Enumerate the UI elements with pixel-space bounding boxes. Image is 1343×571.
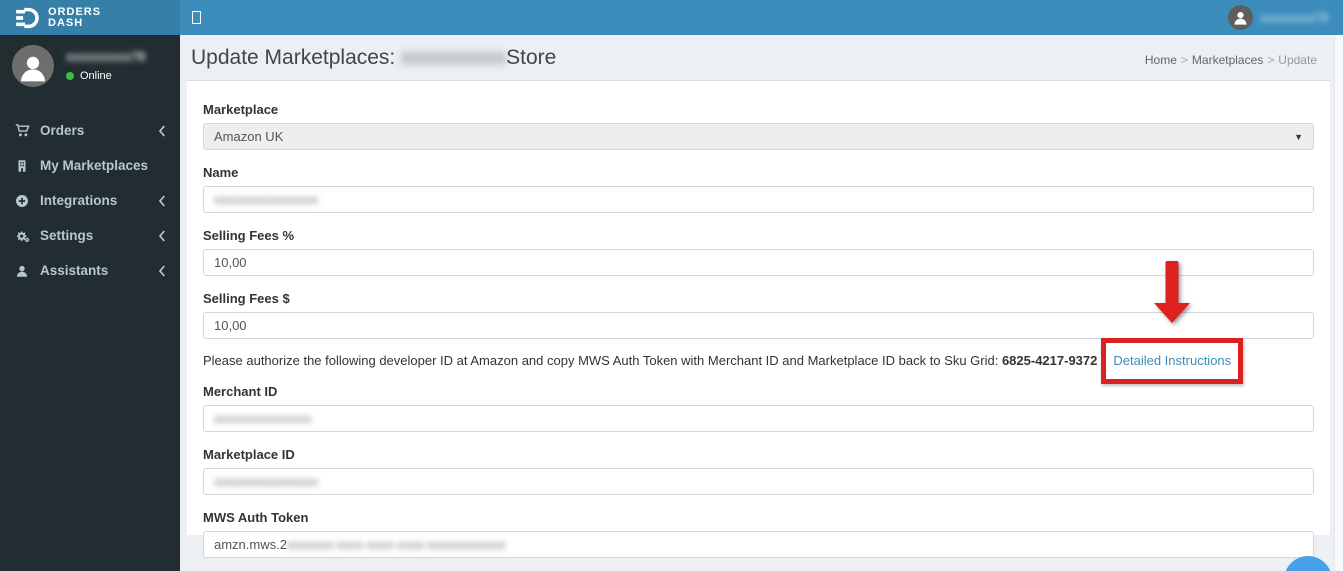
marketplace-label: Marketplace — [203, 102, 279, 117]
sidebar-username: xxxxxxxxx78 — [66, 49, 146, 64]
sidebar-item-label: Settings — [40, 228, 94, 243]
sidebar-user-panel: xxxxxxxxx78 Online — [0, 35, 180, 99]
cart-icon — [14, 123, 30, 138]
store-name-redacted: xxxxxxxxxx — [401, 46, 507, 69]
sidebar: xxxxxxxxx78 Online Orders My Marketplace… — [0, 35, 180, 571]
chevron-left-icon — [158, 229, 166, 242]
update-marketplace-form: Marketplace Amazon UK ▼ Name xxxxxxxxxxx… — [187, 80, 1330, 558]
mws-token-value-redacted: xxxxxxx-xxxx-xxxx-xxxx-xxxxxxxxxxxx — [286, 537, 506, 552]
name-input[interactable]: xxxxxxxxxxxxxxxx — [203, 186, 1314, 213]
merchant-id-value-redacted: xxxxxxxxxxxxxxx — [214, 411, 312, 426]
selling-fees-percent-input[interactable] — [203, 249, 1314, 276]
sidebar-item-label: Orders — [40, 123, 85, 138]
sidebar-item-settings[interactable]: Settings — [0, 218, 180, 253]
brand-logo[interactable]: ORDERS DASH — [0, 0, 180, 35]
building-icon — [14, 159, 30, 173]
chevron-left-icon — [158, 264, 166, 277]
sidebar-item-label: My Marketplaces — [40, 158, 149, 173]
orders-dash-logo-icon — [14, 5, 40, 31]
chat-widget-button[interactable] — [1284, 556, 1332, 571]
sidebar-item-label: Assistants — [40, 263, 109, 278]
developer-id: 6825-4217-9372 — [1001, 353, 1098, 368]
sidebar-menu: Orders My Marketplaces Integrations Sett… — [0, 113, 180, 288]
chevron-left-icon — [158, 124, 166, 137]
detailed-instructions-link[interactable]: Detailed Instructions — [1113, 353, 1231, 368]
mws-auth-token-input[interactable]: amzn.mws.2 xxxxxxx-xxxx-xxxx-xxxx-xxxxxxx… — [203, 531, 1314, 558]
sidebar-item-orders[interactable]: Orders — [0, 113, 180, 148]
gears-icon — [14, 229, 30, 243]
topbar-user-menu[interactable]: xxxxxxxxx78 — [1227, 5, 1328, 30]
page-title: Update Marketplaces: xxxxxxxxxxStore — [191, 46, 557, 69]
authorize-instruction-text: Please authorize the following developer… — [203, 261, 1314, 384]
breadcrumb-marketplaces[interactable]: Marketplaces — [1192, 53, 1263, 67]
sidebar-item-my-marketplaces[interactable]: My Marketplaces — [0, 148, 180, 183]
merchant-id-input[interactable]: xxxxxxxxxxxxxxx — [203, 405, 1314, 432]
sidebar-toggle-icon[interactable] — [192, 11, 201, 24]
name-value-redacted: xxxxxxxxxxxxxxxx — [214, 192, 318, 207]
top-navbar: ORDERS DASH xxxxxxxxx78 — [0, 0, 1343, 35]
online-status-label: Online — [80, 70, 112, 82]
user-avatar-icon — [1227, 5, 1253, 30]
topbar-username: xxxxxxxxx78 — [1260, 10, 1328, 25]
marketplace-select[interactable]: Amazon UK ▼ — [203, 123, 1314, 150]
online-status-dot-icon — [66, 72, 74, 80]
marketplace-id-label: Marketplace ID — [203, 447, 295, 462]
user-icon — [14, 264, 30, 278]
sidebar-item-integrations[interactable]: Integrations — [0, 183, 180, 218]
selling-fees-dollar-label: Selling Fees $ — [203, 291, 290, 306]
name-label: Name — [203, 165, 239, 180]
chevron-left-icon — [158, 194, 166, 207]
breadcrumb-home[interactable]: Home — [1145, 53, 1177, 67]
mws-auth-token-label: MWS Auth Token — [203, 510, 309, 525]
marketplace-id-input[interactable]: xxxxxxxxxxxxxxxx — [203, 468, 1314, 495]
page-scrollbar[interactable] — [1334, 35, 1343, 571]
mws-token-visible-prefix: amzn.mws.2 — [214, 537, 287, 552]
chevron-down-icon: ▼ — [1294, 131, 1303, 142]
selling-fees-percent-label: Selling Fees % — [203, 228, 295, 243]
selling-fees-dollar-input[interactable] — [203, 312, 1314, 339]
sidebar-item-assistants[interactable]: Assistants — [0, 253, 180, 288]
breadcrumb: Home > Marketplaces > Update — [1144, 53, 1317, 67]
plus-circle-icon — [14, 194, 30, 208]
merchant-id-label: Merchant ID — [203, 384, 278, 399]
marketplace-id-value-redacted: xxxxxxxxxxxxxxxx — [214, 474, 318, 489]
user-avatar-icon — [12, 45, 54, 87]
breadcrumb-update: Update — [1278, 53, 1317, 67]
marketplace-selected-value: Amazon UK — [214, 129, 284, 144]
sidebar-item-label: Integrations — [40, 193, 118, 208]
main-content: Update Marketplaces: xxxxxxxxxxStore Hom… — [180, 35, 1343, 571]
annotation-highlight-box: Detailed Instructions — [1101, 261, 1244, 384]
brand-text: ORDERS DASH — [48, 5, 102, 29]
